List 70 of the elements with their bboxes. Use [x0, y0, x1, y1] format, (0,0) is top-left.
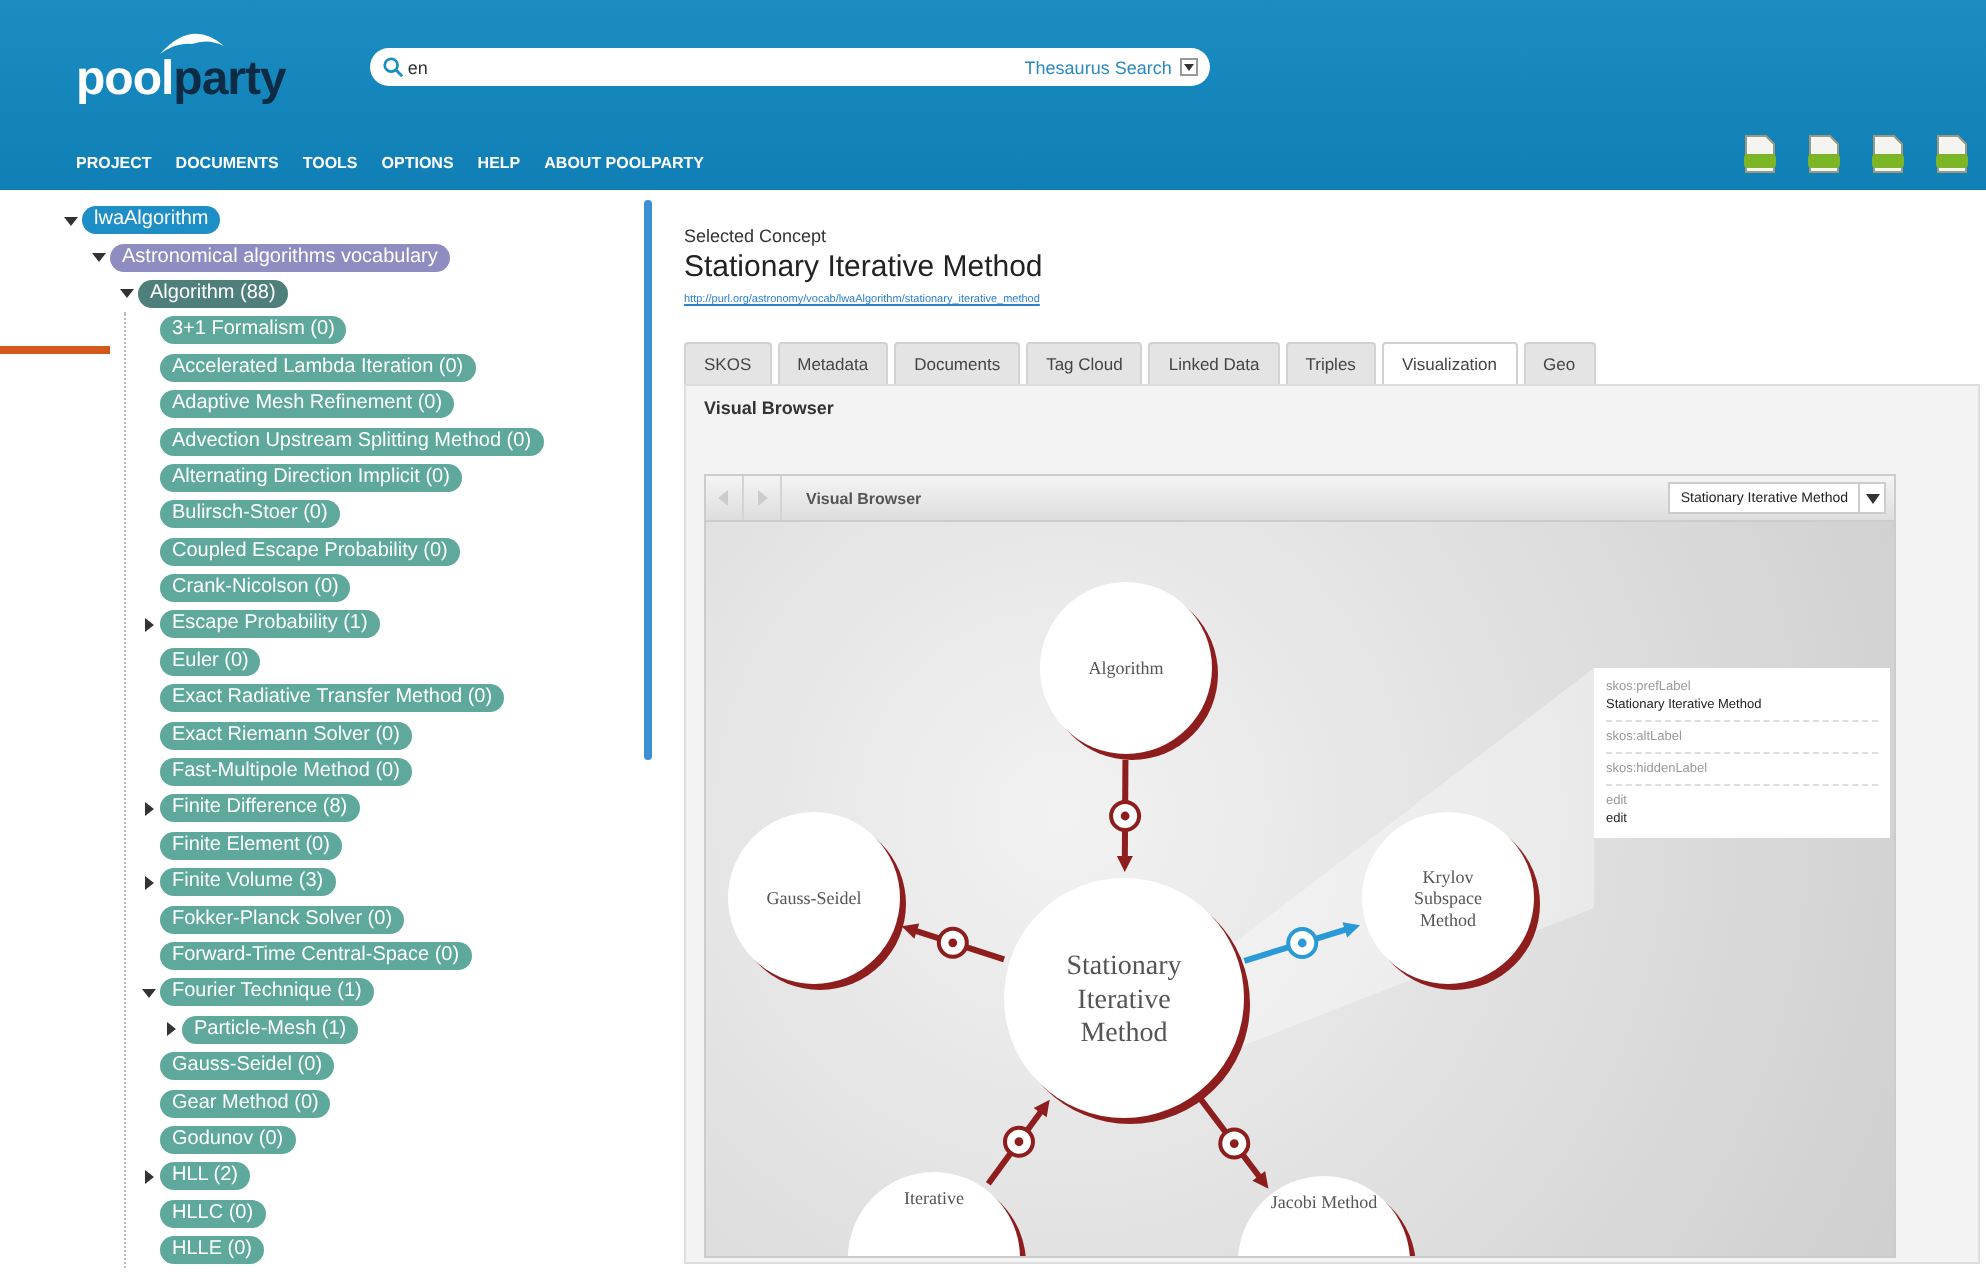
- search-field[interactable]: en Thesaurus Search: [369, 48, 1210, 86]
- concept-title: Stationary Iterative Method: [684, 250, 1045, 284]
- tab[interactable]: SKOS: [684, 342, 772, 384]
- file-icon[interactable]: [1742, 134, 1778, 174]
- tree-item[interactable]: HLLE (0): [160, 1236, 265, 1265]
- concept-node[interactable]: Krylov Subspace Method: [1362, 812, 1540, 990]
- tree-item[interactable]: Finite Difference (8): [160, 794, 360, 823]
- tree-item[interactable]: HLLC (0): [160, 1199, 266, 1228]
- back-icon: [716, 490, 732, 506]
- file-icon[interactable]: [1806, 134, 1842, 174]
- tree-item[interactable]: Exact Riemann Solver (0): [160, 721, 412, 750]
- tree-item[interactable]: Adaptive Mesh Refinement (0): [160, 390, 455, 419]
- tree-item[interactable]: Finite Volume (3): [160, 868, 336, 897]
- logo: poolparty: [76, 25, 286, 109]
- menu-item[interactable]: PROJECT: [76, 153, 152, 171]
- menu-item[interactable]: OPTIONS: [381, 153, 454, 171]
- concept-node[interactable]: Gauss-Seidel: [728, 812, 906, 990]
- tab[interactable]: Tag Cloud: [1026, 342, 1143, 384]
- menu-item[interactable]: DOCUMENTS: [175, 153, 279, 171]
- edge-arrow[interactable]: [901, 923, 1005, 963]
- tree-item[interactable]: Accelerated Lambda Iteration (0): [160, 353, 476, 382]
- tree-item[interactable]: Gear Method (0): [160, 1089, 331, 1118]
- tree-item[interactable]: Particle-Mesh (1): [182, 1015, 359, 1044]
- file-icon[interactable]: [1934, 134, 1970, 174]
- tree-item[interactable]: lwaAlgorithm: [82, 206, 221, 235]
- tree-item[interactable]: Fourier Technique (1): [160, 978, 374, 1007]
- caret-icon: [1865, 493, 1879, 503]
- browser-title: Visual Browser: [806, 489, 924, 507]
- tab[interactable]: Metadata: [777, 342, 889, 384]
- tree-item[interactable]: Godunov (0): [160, 1125, 296, 1154]
- tree-item[interactable]: Bulirsch-Stoer (0): [160, 500, 340, 529]
- tree-item[interactable]: Exact Radiative Transfer Method (0): [160, 684, 505, 713]
- edge-arrow[interactable]: [1109, 759, 1142, 872]
- tree-item[interactable]: Fast-Multipole Method (0): [160, 758, 412, 787]
- tab[interactable]: Geo: [1523, 342, 1596, 384]
- search-icon: [381, 56, 404, 78]
- tree-item[interactable]: HLL (2): [160, 1162, 250, 1191]
- scope-dropdown[interactable]: Thesaurus Search: [1024, 57, 1198, 77]
- tree-item[interactable]: 3+1 Formalism (0): [160, 316, 347, 345]
- concept-node[interactable]: Jacobi Method: [1238, 1176, 1416, 1256]
- tree-item[interactable]: Alternating Direction Implicit (0): [160, 463, 462, 492]
- tree-item[interactable]: Finite Element (0): [160, 831, 342, 860]
- tree-item[interactable]: Escape Probability (1): [160, 610, 380, 639]
- tree-item[interactable]: Fokker-Planck Solver (0): [160, 905, 405, 934]
- edge-arrow[interactable]: [985, 1099, 1050, 1186]
- edge-arrow[interactable]: [1197, 1096, 1269, 1189]
- menu-item[interactable]: ABOUT POOLPARTY: [544, 153, 704, 171]
- concept-node[interactable]: Algorithm: [1040, 582, 1218, 760]
- tree-item[interactable]: Astronomical algorithms vocabulary: [110, 243, 450, 272]
- scrollbar-thumb[interactable]: [644, 200, 652, 760]
- tree-item[interactable]: Forward-Time Central-Space (0): [160, 942, 472, 970]
- caret-icon: [1179, 58, 1198, 76]
- tab[interactable]: Documents: [894, 342, 1021, 384]
- tab[interactable]: Visualization: [1381, 342, 1518, 384]
- menu-item[interactable]: HELP: [477, 153, 521, 171]
- tree-item[interactable]: Euler (0): [160, 647, 261, 676]
- tab[interactable]: Linked Data: [1148, 342, 1280, 384]
- tree-item[interactable]: Coupled Escape Probability (0): [160, 537, 460, 566]
- caption: Selected Concept: [684, 226, 829, 246]
- concept-node[interactable]: Iterative: [848, 1172, 1026, 1256]
- forward-icon: [754, 490, 770, 506]
- tree-item[interactable]: Gauss-Seidel (0): [160, 1052, 335, 1081]
- tree-item[interactable]: Algorithm (88): [138, 279, 288, 308]
- file-icon[interactable]: [1870, 134, 1906, 174]
- tree-item[interactable]: Crank-Nicolson (0): [160, 574, 351, 603]
- concept-node[interactable]: Stationary Iterative Method: [1004, 878, 1250, 1124]
- tab[interactable]: Triples: [1285, 342, 1376, 384]
- tree-item[interactable]: Advection Upstream Splitting Method (0): [160, 427, 544, 456]
- panel-title: Visual Browser: [704, 398, 836, 418]
- menu-item[interactable]: TOOLS: [302, 153, 358, 171]
